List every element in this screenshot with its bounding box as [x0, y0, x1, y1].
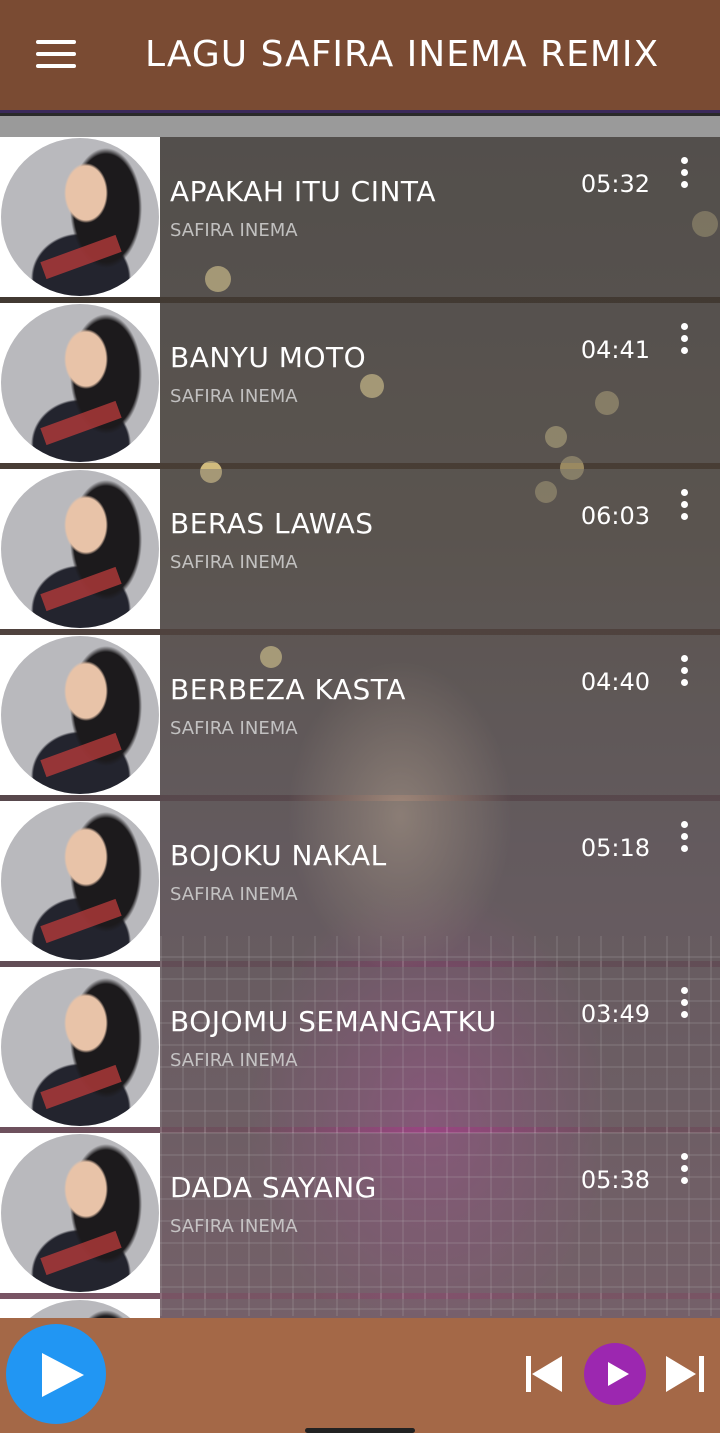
avatar [1, 636, 159, 794]
song-title: BANYU MOTO [170, 341, 367, 374]
avatar [1, 802, 159, 960]
song-title: APAKAH ITU CINTA [170, 175, 436, 208]
list-top-divider [0, 116, 720, 137]
song-list: APAKAH ITU CINTA SAFIRA INEMA 05:32 BANY… [0, 137, 720, 1335]
previous-icon[interactable] [526, 1356, 564, 1392]
song-thumbnail [0, 469, 160, 629]
page-title: LAGU SAFIRA INEMA REMIX [145, 34, 660, 75]
list-item[interactable]: BANYU MOTO SAFIRA INEMA 04:41 [0, 303, 720, 463]
song-thumbnail [0, 635, 160, 795]
song-duration: 04:40 [580, 668, 650, 696]
song-duration: 03:49 [580, 1000, 650, 1028]
song-title: DADA SAYANG [170, 1171, 377, 1204]
song-artist: SAFIRA INEMA [170, 552, 298, 573]
next-icon[interactable] [666, 1356, 704, 1392]
player-bar [0, 1318, 720, 1433]
play-pause-icon[interactable] [584, 1343, 646, 1405]
song-duration: 06:03 [580, 502, 650, 530]
avatar [1, 304, 159, 462]
home-indicator [305, 1428, 415, 1433]
song-artist: SAFIRA INEMA [170, 220, 298, 241]
song-duration: 04:41 [580, 336, 650, 364]
list-item[interactable]: BERBEZA KASTA SAFIRA INEMA 04:40 [0, 635, 720, 795]
avatar [1, 138, 159, 296]
song-artist: SAFIRA INEMA [170, 1216, 298, 1237]
more-options-icon[interactable] [674, 1153, 694, 1187]
list-item[interactable]: BOJOKU NAKAL SAFIRA INEMA 05:18 [0, 801, 720, 961]
song-artist: SAFIRA INEMA [170, 386, 298, 407]
list-item[interactable]: DADA SAYANG SAFIRA INEMA 05:38 [0, 1133, 720, 1293]
song-artist: SAFIRA INEMA [170, 718, 298, 739]
more-options-icon[interactable] [674, 821, 694, 855]
song-thumbnail [0, 303, 160, 463]
song-duration: 05:38 [580, 1166, 650, 1194]
more-options-icon[interactable] [674, 489, 694, 523]
song-artist: SAFIRA INEMA [170, 884, 298, 905]
more-options-icon[interactable] [674, 157, 694, 191]
more-options-icon[interactable] [674, 987, 694, 1021]
song-thumbnail [0, 801, 160, 961]
app-header: LAGU SAFIRA INEMA REMIX [0, 0, 720, 113]
play-icon[interactable] [6, 1324, 106, 1424]
hamburger-menu-icon[interactable] [36, 40, 76, 72]
list-item[interactable]: BERAS LAWAS SAFIRA INEMA 06:03 [0, 469, 720, 629]
song-artist: SAFIRA INEMA [170, 1050, 298, 1071]
song-duration: 05:18 [580, 834, 650, 862]
song-title: BERAS LAWAS [170, 507, 374, 540]
more-options-icon[interactable] [674, 323, 694, 357]
song-thumbnail [0, 967, 160, 1127]
avatar [1, 968, 159, 1126]
more-options-icon[interactable] [674, 655, 694, 689]
song-thumbnail [0, 137, 160, 297]
avatar [1, 470, 159, 628]
song-thumbnail [0, 1133, 160, 1293]
list-item[interactable]: BOJOMU SEMANGATKU SAFIRA INEMA 03:49 [0, 967, 720, 1127]
song-duration: 05:32 [580, 170, 650, 198]
song-title: BOJOMU SEMANGATKU [170, 1005, 497, 1038]
avatar [1, 1134, 159, 1292]
list-item[interactable]: APAKAH ITU CINTA SAFIRA INEMA 05:32 [0, 137, 720, 297]
song-title: BOJOKU NAKAL [170, 839, 387, 872]
song-title: BERBEZA KASTA [170, 673, 406, 706]
